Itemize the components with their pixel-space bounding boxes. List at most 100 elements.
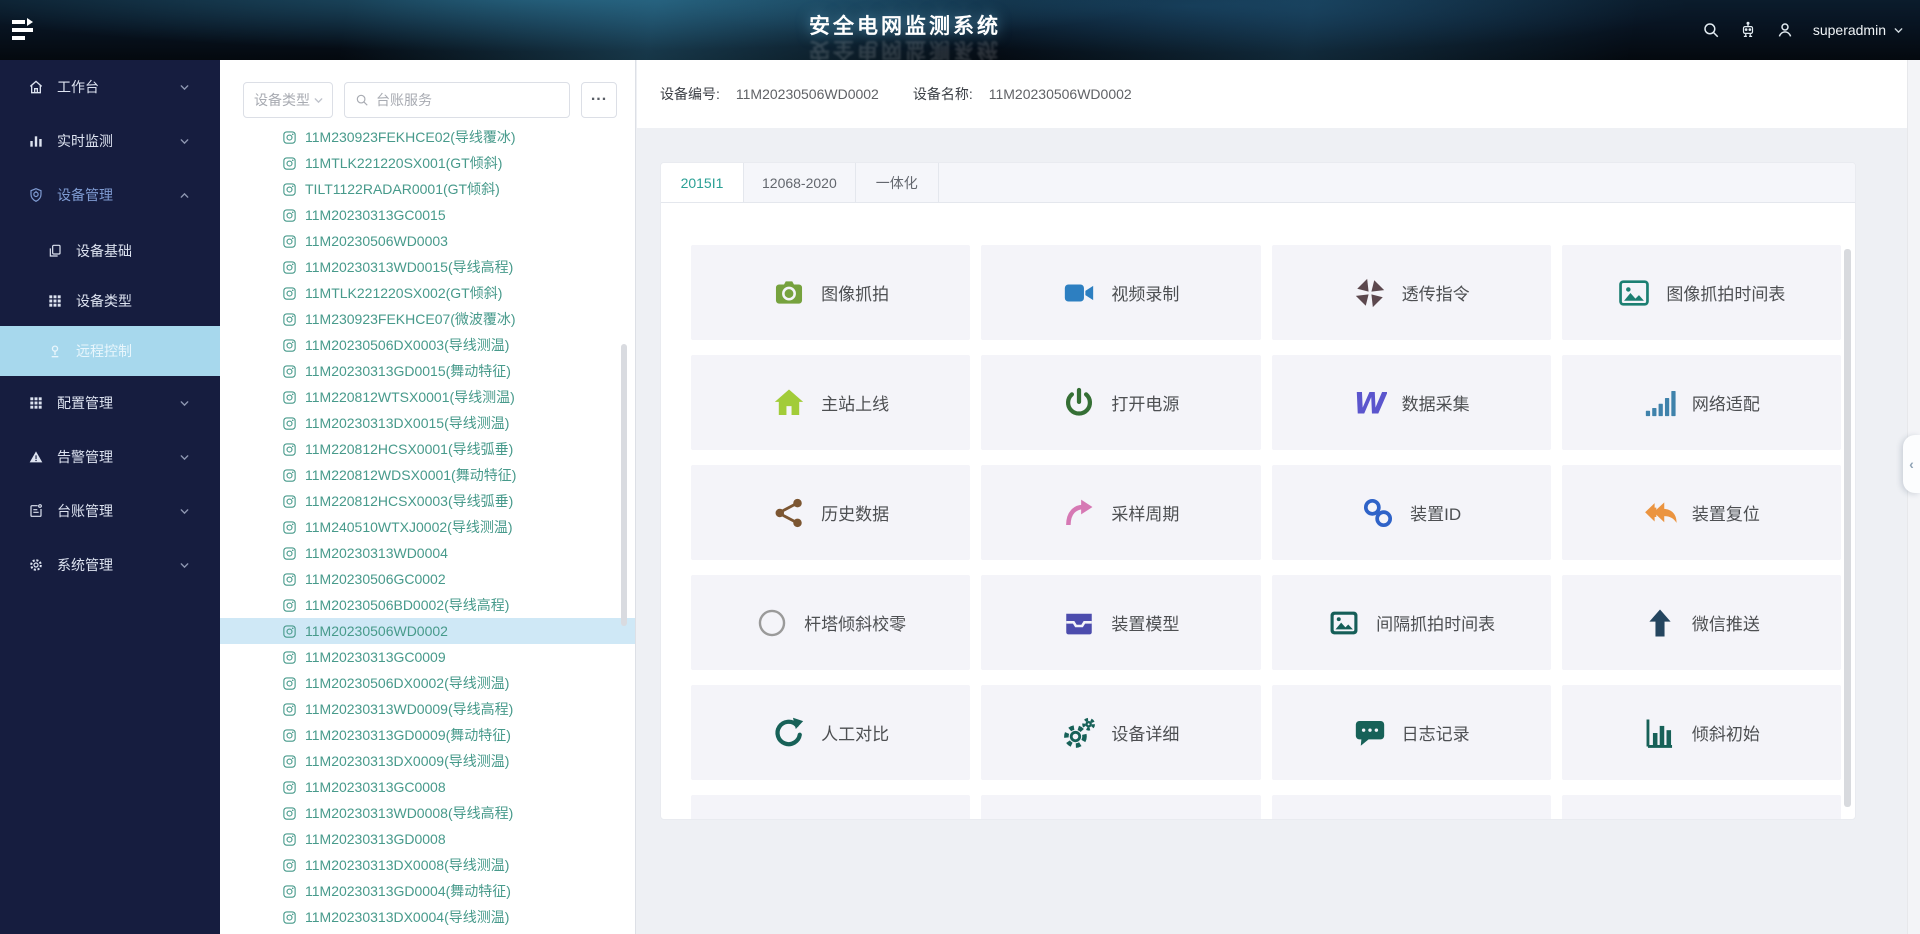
device-item[interactable]: 11M230923FEKHCE07(微波覆冰) — [220, 306, 635, 332]
action-card-manual-compare[interactable]: 人工对比 — [691, 685, 970, 780]
device-item-label: 11M20230313DX0004(导线测温) — [305, 907, 509, 927]
sidebar-item-label: 设备基础 — [76, 241, 190, 261]
device-search-input[interactable] — [376, 92, 559, 108]
sidebar-item-alarm-manage[interactable]: 告警管理 — [0, 430, 220, 484]
device-item[interactable]: 11M20230313GC0008 — [220, 774, 635, 800]
action-card-tower-tilt-zero[interactable]: 杆塔倾斜校零 — [691, 575, 970, 670]
shield-icon — [28, 187, 44, 203]
device-item[interactable]: 11M20230506BD0002(导线高程) — [220, 592, 635, 618]
tab-2015i1[interactable]: 2015I1 — [661, 163, 744, 202]
action-card-power-on[interactable]: 打开电源 — [981, 355, 1260, 450]
device-item[interactable]: 11M20230313DX0008(导线测温) — [220, 852, 635, 878]
device-item[interactable]: 11M20230313GD0004(舞动特征) — [220, 878, 635, 904]
protocol-tabs: 2015I112068-2020 一体化 — [661, 163, 1855, 203]
device-item[interactable]: 11M20230506DX0002(导线测温) — [220, 670, 635, 696]
device-icon — [282, 754, 297, 769]
device-item[interactable]: 11M20230506WD0003 — [220, 228, 635, 254]
action-card-partial[interactable] — [1562, 795, 1841, 819]
camera-icon — [772, 276, 806, 310]
action-card-image-capture-schedule[interactable]: 图像抓拍时间表 — [1562, 245, 1841, 340]
tab-yitihua[interactable]: 一体化 — [856, 163, 939, 202]
device-item[interactable]: 11M20230313GD0009(舞动特征) — [220, 722, 635, 748]
device-item-label: 11M20230506GC0002 — [305, 571, 446, 587]
action-card-network-adapt[interactable]: 网络适配 — [1562, 355, 1841, 450]
more-options-button[interactable]: ... — [581, 82, 617, 118]
sidebar-item-ledger-manage[interactable]: 台账管理 — [0, 484, 220, 538]
sidebar-item-device-type[interactable]: 设备类型 — [0, 276, 220, 326]
action-card-tilt-init[interactable]: 倾斜初始 — [1562, 685, 1841, 780]
action-grid-scrollbar[interactable] — [1844, 249, 1851, 807]
action-card-master-online[interactable]: 主站上线 — [691, 355, 970, 450]
action-card-label: 装置复位 — [1692, 500, 1760, 525]
device-item[interactable]: 11MTLK221220SX002(GT倾斜) — [220, 280, 635, 306]
device-item[interactable]: 11M220812HCSX0003(导线弧垂) — [220, 488, 635, 514]
action-card-image-capture[interactable]: 图像抓拍 — [691, 245, 970, 340]
device-item-label: 11M20230313DX0008(导线测温) — [305, 855, 509, 875]
device-item[interactable]: 11M220812WDSX0001(舞动特征) — [220, 462, 635, 488]
device-item[interactable]: 11M20230506WD0002 — [220, 618, 635, 644]
device-item[interactable]: 11M20230313DX0009(导线测温) — [220, 748, 635, 774]
device-item[interactable]: 11M20230313WD0008(导线高程) — [220, 800, 635, 826]
search-icon[interactable] — [1702, 21, 1720, 39]
action-card-wechat-push[interactable]: 微信推送 — [1562, 575, 1841, 670]
device-item[interactable]: 11M20230313DX0015(导线测温) — [220, 410, 635, 436]
device-item[interactable]: 11M20230313WD0004 — [220, 540, 635, 566]
inbox-icon — [1062, 606, 1096, 640]
device-item[interactable]: 11M230923FEKHCE02(导线覆冰) — [220, 124, 635, 150]
action-card-history-data[interactable]: 历史数据 — [691, 465, 970, 560]
action-card-passthrough-command[interactable]: 透传指令 — [1272, 245, 1551, 340]
tab-12068-2020[interactable]: 12068-2020 — [744, 163, 856, 202]
device-item[interactable]: 11M20230313GD0008 — [220, 826, 635, 852]
user-menu[interactable]: superadmin — [1813, 22, 1904, 38]
video-camera-icon — [1062, 276, 1096, 310]
robot-icon[interactable] — [1739, 21, 1757, 39]
device-item[interactable]: 11M20230313WD0015(导线高程) — [220, 254, 635, 280]
panel-collapse-handle[interactable]: ‹ — [1903, 435, 1920, 493]
sidebar-item-device-manage[interactable]: 设备管理 — [0, 168, 220, 222]
device-item[interactable]: 11M20230313GD0015(舞动特征) — [220, 358, 635, 384]
device-item[interactable]: 11M240510WTXJ0002(导线测温) — [220, 514, 635, 540]
action-card-device-model[interactable]: 装置模型 — [981, 575, 1260, 670]
device-item[interactable]: 11M220812HCSX0001(导线弧垂) — [220, 436, 635, 462]
device-item[interactable]: 11MTLK221220SX001(GT倾斜) — [220, 150, 635, 176]
device-list-scrollbar[interactable] — [621, 344, 627, 626]
page-scrollbar-track[interactable] — [1907, 60, 1920, 934]
sidebar-item-realtime-monitor[interactable]: 实时监测 — [0, 114, 220, 168]
chevron-down-icon — [1893, 25, 1904, 36]
user-icon[interactable] — [1776, 21, 1794, 39]
action-card-partial[interactable] — [691, 795, 970, 819]
device-type-select[interactable]: 设备类型 — [243, 82, 333, 118]
device-item[interactable]: 11M20230313GC0009 — [220, 644, 635, 670]
device-item[interactable]: 11M20230506DX0003(导线测温) — [220, 332, 635, 358]
action-card-log-record[interactable]: 日志记录 — [1272, 685, 1551, 780]
action-card-device-reset[interactable]: 装置复位 — [1562, 465, 1841, 560]
device-item-label: 11M20230313GC0009 — [305, 649, 446, 665]
chat-bubble-icon — [1353, 716, 1387, 750]
sidebar-item-workbench[interactable]: 工作台 — [0, 60, 220, 114]
sidebar-item-config-manage[interactable]: 配置管理 — [0, 376, 220, 430]
device-item[interactable]: 11M220812WTSX0001(导线测温) — [220, 384, 635, 410]
menu-collapse-icon[interactable] — [10, 17, 38, 43]
tab-label: 一体化 — [876, 173, 918, 193]
action-card-video-record[interactable]: 视频录制 — [981, 245, 1260, 340]
sidebar-item-remote-control[interactable]: 远程控制 — [0, 326, 220, 376]
action-card-device-id[interactable]: 装置ID — [1272, 465, 1551, 560]
sidebar-item-device-base[interactable]: 设备基础 — [0, 226, 220, 276]
device-icon — [282, 338, 297, 353]
device-item-label: 11M20230506DX0003(导线测温) — [305, 335, 509, 355]
device-item[interactable]: TILT1122RADAR0001(GT倾斜) — [220, 176, 635, 202]
sidebar-item-system-manage[interactable]: 系统管理 — [0, 538, 220, 592]
action-card-partial[interactable] — [981, 795, 1260, 819]
action-card-device-detail[interactable]: 设备详细 — [981, 685, 1260, 780]
device-item[interactable]: 11M20230313DX0004(导线测温) — [220, 904, 635, 928]
device-item[interactable]: 11M20230506GC0002 — [220, 566, 635, 592]
action-card-partial[interactable] — [1272, 795, 1551, 819]
action-card-data-collect[interactable]: W数据采集 — [1272, 355, 1551, 450]
action-card-interval-capture-schedule[interactable]: 间隔抓拍时间表 — [1272, 575, 1551, 670]
action-card-sample-period[interactable]: 采样周期 — [981, 465, 1260, 560]
device-icon — [282, 130, 297, 145]
device-icon — [282, 520, 297, 535]
device-item[interactable]: 11M20230313WD0009(导线高程) — [220, 696, 635, 722]
device-item[interactable]: 11M20230313GC0015 — [220, 202, 635, 228]
warning-icon — [28, 449, 44, 465]
